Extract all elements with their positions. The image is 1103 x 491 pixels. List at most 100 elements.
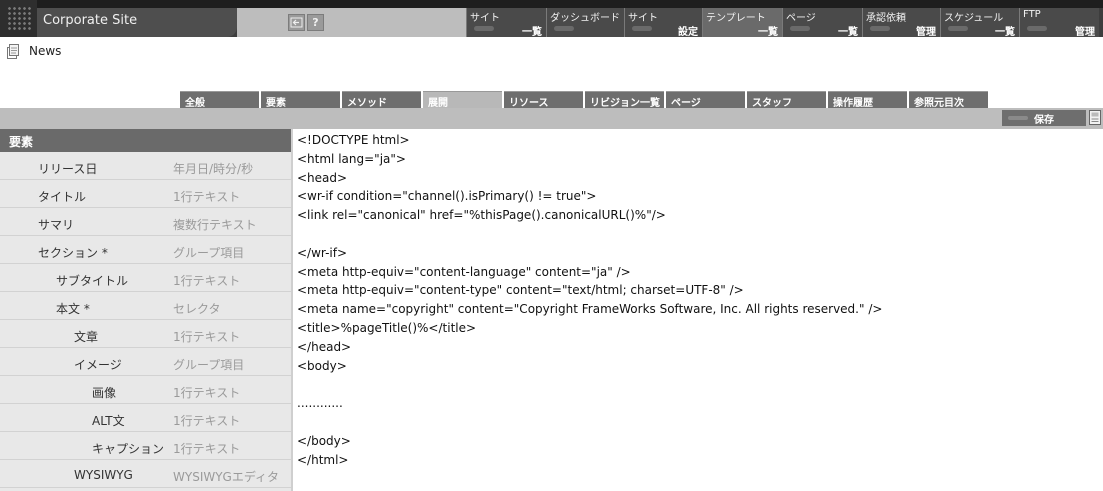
code-line: <!DOCTYPE html> <box>297 133 410 147</box>
element-row[interactable]: 文章 1行テキスト <box>0 320 291 348</box>
code-line: </head> <box>297 339 352 354</box>
nav-indicator <box>554 26 574 31</box>
tab[interactable]: リビジョン一覧 <box>585 91 664 109</box>
element-row[interactable]: サブタイトル 1行テキスト <box>0 264 291 292</box>
nav-button-sublabel: 一覧 <box>522 27 542 38</box>
element-name: リリース日 <box>38 162 98 176</box>
element-row[interactable]: リリース日 年月日/時分/秒 <box>0 152 291 180</box>
template-code-editor[interactable]: <!DOCTYPE html> <html lang="ja"> <head> <wr… <box>293 129 1103 491</box>
element-type: 複数行テキスト <box>173 218 257 232</box>
nav-button[interactable]: FTP 管理 <box>1019 8 1099 38</box>
nav-button-label: サイト <box>628 13 658 24</box>
nav-indicator <box>710 26 730 31</box>
element-name: ALT文 <box>92 414 125 428</box>
element-type: 1行テキスト <box>173 386 241 400</box>
nav-button[interactable]: ダッシュボード <box>546 8 624 37</box>
code-line: </body> <box>297 433 351 448</box>
tab[interactable]: 操作履歴 <box>828 91 907 109</box>
element-name: タイトル <box>38 190 87 204</box>
nav-button-sublabel: 一覧 <box>995 27 1015 38</box>
element-name: サマリ <box>38 218 75 232</box>
element-row[interactable]: イメージ グループ項目 <box>0 348 291 376</box>
element-type: セレクタ <box>173 302 221 316</box>
element-type: 1行テキスト <box>173 414 241 428</box>
element-type: グループ項目 <box>173 246 245 260</box>
nav-button[interactable]: スケジュール一覧 <box>940 8 1019 38</box>
code-line: <meta name="copyright" content="Copyrigh… <box>297 302 883 317</box>
code-line: <meta http-equiv="content-language" cont… <box>297 264 631 279</box>
element-name: 画像 <box>92 386 117 400</box>
tab[interactable]: 全般 <box>180 91 259 109</box>
code-line: <wr-if condition="channel().isPrimary() … <box>297 189 597 204</box>
logo-icon[interactable] <box>0 0 37 37</box>
nav-button[interactable]: 承認依頼 管理 <box>862 8 940 38</box>
element-row[interactable]: サマリ 複数行テキスト <box>0 208 291 236</box>
element-row[interactable]: ALT文 1行テキスト <box>0 404 291 432</box>
tab[interactable]: 要素 <box>261 91 340 109</box>
tab[interactable]: 展開 <box>423 91 502 109</box>
tab[interactable]: スタッフ <box>747 91 826 109</box>
element-type: 1行テキスト <box>173 330 241 344</box>
code-line: <meta http-equiv="content-type" content=… <box>297 283 744 298</box>
element-type: 年月日/時分/秒 <box>173 162 254 176</box>
element-name: イメージ <box>74 358 122 372</box>
element-row[interactable]: 本文 * セレクタ <box>0 292 291 320</box>
element-name: 文章 <box>74 330 99 344</box>
tab-bar: 全般 要素 メソッド 展開 リソース リビジョン一覧 ページ スタッフ 操作履歴 参照元目次 <box>180 91 990 109</box>
back-arrow-icon[interactable] <box>288 14 305 31</box>
element-type: 1行テキスト <box>173 190 241 204</box>
document-icon <box>7 44 19 59</box>
nav-button[interactable]: テンプレート一覧 <box>702 8 782 38</box>
site-title[interactable]: Corporate Site <box>43 13 137 28</box>
element-row[interactable]: セクション * グループ項目 <box>0 236 291 264</box>
tab[interactable]: メソッド <box>342 91 421 109</box>
nav-button-label: ページ <box>786 13 816 24</box>
tab-toolbar <box>0 108 1103 129</box>
element-row[interactable]: 画像 1行テキスト <box>0 376 291 404</box>
element-name: WYSIWYG <box>74 468 133 482</box>
nav-indicator <box>948 26 968 31</box>
element-row[interactable]: キャプション 1行テキスト <box>0 432 291 460</box>
document-save-icon[interactable] <box>1089 110 1101 125</box>
elements-heading: 要素 <box>0 129 291 152</box>
element-type: WYSIWYGエディタ <box>173 470 280 484</box>
nav-button[interactable]: サイト一覧 <box>466 8 546 38</box>
save-button[interactable]: 保存 <box>1002 110 1086 126</box>
code-line: <html lang="ja"> <box>297 151 406 166</box>
save-button-label: 保存 <box>1034 115 1054 126</box>
help-button[interactable]: ? <box>307 14 324 31</box>
nav-button-label: スケジュール <box>944 13 1004 24</box>
nav-indicator <box>1027 26 1047 31</box>
element-type: グループ項目 <box>173 358 245 372</box>
nav-indicator <box>474 26 494 31</box>
nav-button-label: FTP <box>1023 9 1041 20</box>
top-strip <box>0 0 1103 8</box>
nav-button-sublabel: 管理 <box>916 27 936 38</box>
element-name: 本文 * <box>56 302 90 316</box>
tab[interactable]: 参照元目次 <box>909 91 988 109</box>
code-line: <link rel="canonical" href="%thisPage().… <box>297 208 666 223</box>
nav-button[interactable]: ページ一覧 <box>782 8 862 38</box>
nav-indicator <box>632 26 652 31</box>
nav-button-sublabel: 一覧 <box>758 27 778 38</box>
nav-button-sublabel: 一覧 <box>838 27 858 38</box>
code-line: ............ <box>297 396 343 411</box>
nav-button-sublabel: 管理 <box>1075 27 1095 38</box>
element-row[interactable]: タイトル 1行テキスト <box>0 180 291 208</box>
nav-button[interactable]: サイト 設定 <box>624 8 702 38</box>
nav-indicator <box>790 26 810 31</box>
nav-button-label: テンプレート <box>706 13 766 24</box>
tab[interactable]: リソース <box>504 91 583 109</box>
code-line: </wr-if> <box>297 245 348 260</box>
code-line: <head> <box>297 170 348 185</box>
elements-panel: 要素 リリース日 年月日/時分/秒 タイトル 1行テキスト サマリ 複数行テキスト セクショ… <box>0 129 291 491</box>
nav-button-label: ダッシュボード <box>550 13 620 24</box>
header-fill <box>237 8 466 37</box>
element-name: サブタイトル <box>56 274 129 288</box>
global-nav: サイト 一覧 ダッシュボード サイト 設定 テンプレート 一覧 ページ 一覧 承認依頼 管理 スケジュ… <box>466 8 1099 38</box>
element-row[interactable]: WYSIWYG WYSIWYGエディタ <box>0 460 291 488</box>
tab[interactable]: ページ <box>666 91 745 109</box>
nav-button-label: サイト <box>470 13 500 24</box>
code-line: <title>%pageTitle()%</title> <box>297 321 477 335</box>
breadcrumb[interactable]: News <box>29 44 61 58</box>
